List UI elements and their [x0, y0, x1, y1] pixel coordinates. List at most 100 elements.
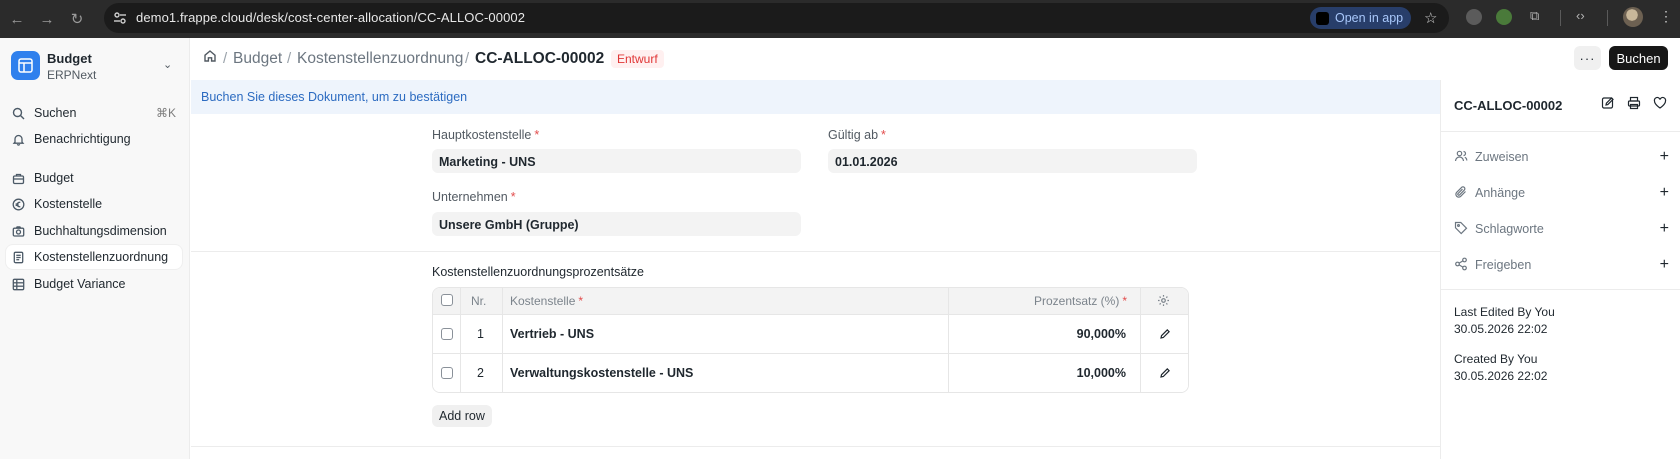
- edit-row-pencil-icon[interactable]: [1159, 328, 1171, 343]
- table-row[interactable]: 1 Vertrieb - UNS 90,000%: [433, 314, 1188, 353]
- add-share-plus-icon[interactable]: +: [1660, 256, 1669, 274]
- breadcrumb-kostenstellenzuordnung[interactable]: Kostenstellenzuordnung: [297, 50, 463, 68]
- sidebar-item-kostenstelle[interactable]: Kostenstelle: [6, 192, 182, 216]
- page-title: CC-ALLOC-00002: [475, 50, 605, 67]
- address-bar[interactable]: demo1.frappe.cloud/desk/cost-center-allo…: [104, 3, 1449, 33]
- row-cost-center[interactable]: Vertrieb - UNS: [510, 327, 594, 341]
- breadcrumb-separator: /: [465, 50, 470, 67]
- search-icon: [11, 106, 25, 120]
- column-divider: [460, 315, 461, 353]
- heart-icon[interactable]: [1653, 96, 1669, 112]
- assign-label: Zuweisen: [1475, 150, 1529, 164]
- workspace-logo-icon: [11, 51, 40, 80]
- sidebar-item-budget-variance[interactable]: Budget Variance: [6, 272, 182, 296]
- share-label: Freigeben: [1475, 258, 1532, 272]
- edit-row-pencil-icon[interactable]: [1159, 367, 1171, 382]
- extension-icon[interactable]: [1466, 9, 1482, 25]
- row-number: 1: [477, 327, 484, 341]
- workspace-title: Budget: [47, 51, 92, 66]
- valid-from-date-field[interactable]: 01.01.2026: [828, 149, 1197, 173]
- currency-circle-icon: [11, 197, 25, 211]
- bookmark-star-icon[interactable]: ☆: [1424, 9, 1437, 27]
- form-area: Buchen Sie dieses Dokument, um zu bestät…: [191, 80, 1440, 459]
- browser-menu-icon[interactable]: ⋮: [1659, 8, 1673, 25]
- row-percentage[interactable]: 10,000%: [1077, 366, 1126, 380]
- chevron-down-icon: ⌄: [163, 59, 173, 71]
- column-divider: [1140, 315, 1141, 353]
- page-header: / Budget / Kostenstellenzuordnung / CC-A…: [191, 38, 1680, 80]
- sidebar-item-label: Buchhaltungsdimension: [34, 224, 167, 238]
- site-settings-icon[interactable]: [112, 10, 128, 26]
- main-cost-center-label: Hauptkostenstelle *: [432, 128, 540, 142]
- select-all-checkbox[interactable]: [441, 294, 453, 306]
- url-text[interactable]: demo1.frappe.cloud/desk/cost-center-allo…: [136, 10, 525, 25]
- toolbar-divider: [1607, 10, 1608, 26]
- add-attachment-plus-icon[interactable]: +: [1660, 184, 1669, 202]
- column-divider: [948, 315, 949, 353]
- home-icon[interactable]: [203, 49, 217, 68]
- workspace-switcher[interactable]: Budget ERPNext ⌄: [11, 51, 181, 83]
- sidebar-item-label: Kostenstellenzuordnung: [34, 250, 169, 264]
- column-divider: [502, 288, 503, 314]
- company-field[interactable]: Unsere GmbH (Gruppe): [432, 212, 801, 236]
- row-percentage[interactable]: 90,000%: [1077, 327, 1126, 341]
- extension-icon[interactable]: [1496, 9, 1512, 25]
- document-icon: [11, 250, 25, 264]
- add-tag-plus-icon[interactable]: +: [1660, 220, 1669, 238]
- sidebar-item-kostenstellenzuordnung[interactable]: Kostenstellenzuordnung: [6, 245, 182, 269]
- row-checkbox[interactable]: [441, 328, 453, 340]
- column-divider: [1140, 354, 1141, 392]
- extensions-puzzle-icon[interactable]: ⧉: [1530, 8, 1539, 24]
- main-cost-center-field[interactable]: Marketing - UNS: [432, 149, 801, 173]
- share-action[interactable]: Freigeben +: [1454, 255, 1669, 275]
- sidebar-notifications[interactable]: Benachrichtigung: [6, 127, 182, 151]
- last-edited-time: 30.05.2026 22:02: [1454, 322, 1548, 336]
- side-panel-divider: [1441, 289, 1680, 290]
- profile-avatar[interactable]: [1623, 7, 1643, 27]
- search-shortcut: ⌘K: [155, 106, 176, 120]
- open-in-app-button[interactable]: Open in app: [1310, 7, 1412, 29]
- submit-button[interactable]: Buchen: [1609, 46, 1668, 70]
- back-icon[interactable]: ←: [6, 8, 28, 30]
- sidebar: Budget ERPNext ⌄ Suchen ⌘K Benachrichtig…: [0, 38, 190, 459]
- edit-icon[interactable]: [1601, 96, 1617, 112]
- row-cost-center[interactable]: Verwaltungskostenstelle - UNS: [510, 366, 693, 380]
- column-divider: [948, 354, 949, 392]
- side-panel-title: CC-ALLOC-00002: [1454, 98, 1563, 113]
- column-header-no: Nr.: [471, 294, 487, 308]
- column-divider: [948, 288, 949, 314]
- allocation-table: Nr. Kostenstelle * Prozentsatz (%) * 1 Ver…: [432, 287, 1189, 393]
- print-icon[interactable]: [1627, 96, 1643, 112]
- row-checkbox[interactable]: [441, 367, 453, 379]
- breadcrumb-budget[interactable]: Budget: [233, 50, 282, 68]
- allocation-table-title: Kostenstellenzuordnungsprozentsätze: [432, 265, 644, 279]
- assign-action[interactable]: Zuweisen +: [1454, 147, 1669, 167]
- table-row[interactable]: 2 Verwaltungskostenstelle - UNS 10,000%: [433, 353, 1188, 392]
- breadcrumb-separator: /: [223, 50, 228, 67]
- side-panel-divider: [1441, 131, 1680, 132]
- browser-toolbar: ← → ↻ demo1.frappe.cloud/desk/cost-cente…: [0, 0, 1680, 38]
- sidebar-item-buchhaltungsdimension[interactable]: Buchhaltungsdimension: [6, 219, 182, 243]
- more-actions-button[interactable]: ···: [1574, 46, 1601, 70]
- table-icon: [11, 277, 25, 291]
- created-label: Created By You: [1454, 352, 1538, 366]
- tags-action[interactable]: Schlagworte +: [1454, 219, 1669, 239]
- document-side-panel: CC-ALLOC-00002 Zuweisen + Anhänge + Schl…: [1440, 80, 1680, 459]
- add-row-button[interactable]: Add row: [432, 405, 492, 427]
- table-header: Nr. Kostenstelle * Prozentsatz (%) *: [433, 288, 1188, 314]
- sidebar-search[interactable]: Suchen ⌘K: [6, 101, 182, 125]
- attachments-action[interactable]: Anhänge +: [1454, 183, 1669, 203]
- breadcrumb-separator: /: [287, 50, 292, 67]
- reload-icon[interactable]: ↻: [66, 8, 88, 30]
- sidebar-item-label: Budget: [34, 171, 74, 185]
- column-header-percentage: Prozentsatz (%) *: [1033, 294, 1127, 308]
- bell-icon: [11, 132, 25, 146]
- valid-from-label: Gültig ab *: [828, 128, 886, 142]
- add-assign-plus-icon[interactable]: +: [1660, 148, 1669, 166]
- column-settings-gear-icon[interactable]: [1157, 294, 1170, 310]
- row-number: 2: [477, 366, 484, 380]
- devtools-code-icon[interactable]: ‹›: [1576, 8, 1585, 23]
- camera-icon: [11, 224, 25, 238]
- sidebar-item-budget[interactable]: Budget: [6, 166, 182, 190]
- forward-icon[interactable]: →: [36, 8, 58, 30]
